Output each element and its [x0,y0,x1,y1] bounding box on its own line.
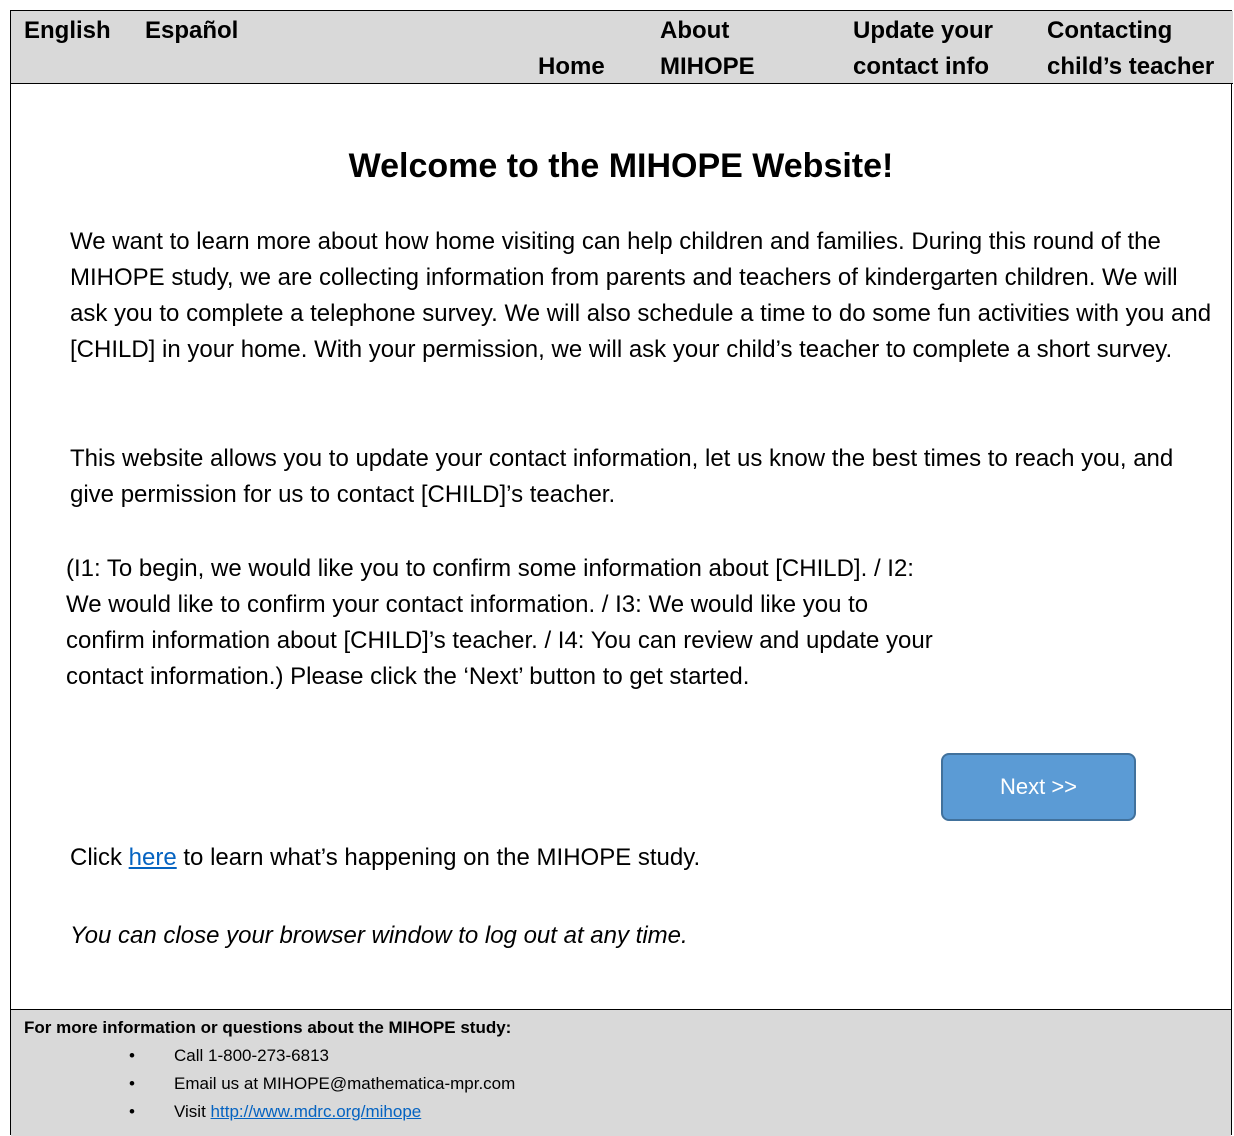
bullet-icon: • [129,1102,135,1121]
bullet-icon: • [129,1046,135,1065]
purpose-paragraph: This website allows you to update your c… [70,445,1174,508]
nav-about-line1: About [660,17,730,44]
nav-about-mihope-link[interactable]: About MIHOPE [660,13,755,85]
bullet-icon: • [129,1074,135,1093]
nav-contacting-teacher-link[interactable]: Contacting child’s teacher [1047,13,1214,85]
logout-note: You can close your browser window to log… [70,922,688,949]
language-spanish-link[interactable]: Español [145,13,238,49]
language-english-link[interactable]: English [24,13,111,49]
top-navigation-bar: English Español Home About MIHOPE Update… [11,11,1233,84]
next-button[interactable]: Next >> [941,753,1136,821]
nav-update-line1: Update your [853,17,994,44]
page-frame: English Español Home About MIHOPE Update… [10,10,1233,1136]
footer-visit-prefix: Visit [174,1102,211,1121]
page-title: Welcome to the MIHOPE Website! [348,147,894,185]
nav-update-line2: contact info [853,53,989,80]
main-content: Welcome to the MIHOPE Website! We want t… [11,84,1231,1009]
footer-title: For more information or questions about … [24,1018,512,1037]
nav-update-contact-link[interactable]: Update your contact info [853,13,993,85]
footer: For more information or questions about … [11,1009,1231,1136]
footer-email-text: Email us at MIHOPE@mathematica-mpr.com [174,1074,516,1093]
mdrc-website-link[interactable]: http://www.mdrc.org/mihope [211,1102,422,1121]
footer-call-text: Call 1-800-273-6813 [174,1046,329,1065]
learn-more-suffix: to learn what’s happening on the MIHOPE … [176,844,701,871]
nav-contact-line1: Contacting [1047,17,1173,44]
learn-more-prefix: Click [70,844,129,871]
here-link[interactable]: here [129,844,177,871]
nav-contact-line2: child’s teacher [1047,53,1215,80]
footer-visit-text: Visit http://www.mdrc.org/mihope [174,1098,421,1126]
nav-home-link[interactable]: Home [538,49,605,85]
intro-paragraph: We want to learn more about how home vis… [70,228,1212,363]
instructions-paragraph: (I1: To begin, we would like you to conf… [66,555,933,690]
learn-more-paragraph: Click here to learn what’s happening on … [70,840,1215,876]
nav-about-line2: MIHOPE [660,53,755,80]
